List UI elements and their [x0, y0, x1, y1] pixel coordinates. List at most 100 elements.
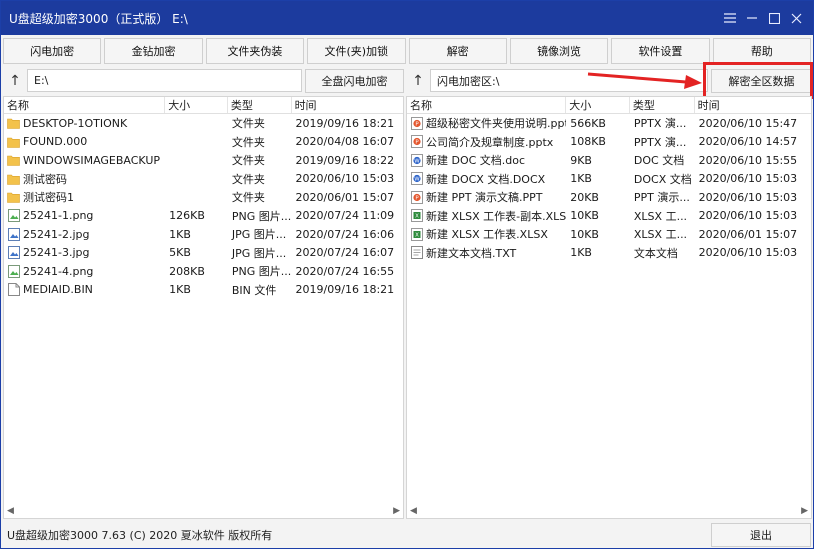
file-lock-button[interactable]: 文件(夹)加锁	[307, 38, 406, 64]
close-icon[interactable]	[785, 7, 807, 29]
file-name-cell: P 新建 PPT 演示文稿.PPT	[407, 189, 566, 205]
file-row[interactable]: MEDIAID.BIN 1KB BIN 文件 2019/09/16 18:21	[4, 281, 403, 300]
file-row[interactable]: X 新建 XLSX 工作表.XLSX 10KB XLSX 工... 2020/06/01…	[407, 225, 811, 244]
file-row[interactable]: FOUND.000 文件夹 2020/04/08 16:07	[4, 133, 403, 152]
file-row[interactable]: 25241-4.png 208KB PNG 图片... 2020/07/24 16:5…	[4, 262, 403, 281]
exit-button[interactable]: 退出	[711, 523, 811, 547]
scroll-right-icon[interactable]: ▶	[393, 506, 400, 516]
file-name-cell: WINDOWSIMAGEBACKUP	[4, 153, 165, 167]
help-button[interactable]: 帮助	[712, 38, 811, 64]
minimize-icon[interactable]	[741, 7, 763, 29]
file-name-cell: W 新建 DOCX 文档.DOCX	[407, 171, 566, 187]
col-time-header[interactable]: 时间	[695, 97, 811, 113]
svg-text:X: X	[415, 214, 419, 220]
file-row[interactable]: P 公司简介及规章制度.pptx 108KB PPTX 演... 2020/06/10 …	[407, 133, 811, 152]
col-type-header[interactable]: 类型	[228, 97, 292, 113]
file-name-cell: 25241-2.jpg	[4, 227, 165, 241]
file-type-cell: DOCX 文档	[633, 172, 692, 186]
file-time-cell: 2020/06/10 15:47	[698, 116, 798, 130]
col-type-header[interactable]: 类型	[630, 97, 695, 113]
scroll-left-icon[interactable]: ◀	[410, 506, 417, 516]
file-size-cell: 126KB	[169, 209, 205, 223]
file-size-cell: 10KB	[570, 209, 599, 223]
lightning-encrypt-button[interactable]: 闪电加密	[3, 38, 102, 64]
right-horizontal-scrollbar[interactable]: ◀ ▶	[407, 504, 811, 518]
file-name: 公司简介及规章制度.pptx	[426, 135, 554, 149]
software-settings-button[interactable]: 软件设置	[611, 38, 710, 64]
file-type-cell: BIN 文件	[231, 283, 277, 297]
file-type-cell: DOC 文档	[633, 154, 685, 168]
scroll-left-icon[interactable]: ◀	[7, 506, 14, 516]
diamond-encrypt-button[interactable]: 金钻加密	[104, 38, 203, 64]
scroll-right-icon[interactable]: ▶	[801, 506, 808, 516]
file-row[interactable]: 25241-3.jpg 5KB JPG 图片... 2020/07/24 16:07	[4, 244, 403, 263]
maximize-icon[interactable]	[763, 7, 785, 29]
file-size-cell: 1KB	[169, 227, 191, 241]
col-name-header[interactable]: 名称	[407, 97, 567, 113]
file-name: FOUND.000	[23, 135, 88, 149]
decrypt-button[interactable]: 解密	[408, 38, 507, 64]
file-size-cell: 208KB	[169, 264, 205, 278]
folder-icon	[7, 135, 20, 149]
left-up-arrow-icon[interactable]: ↑	[3, 69, 27, 93]
file-row[interactable]: W 新建 DOCX 文档.DOCX 1KB DOCX 文档 2020/06/10 15:…	[407, 170, 811, 189]
folder-disguise-button[interactable]: 文件夹伪装	[205, 38, 305, 64]
main-toolbar: 闪电加密 金钻加密 文件夹伪装 文件(夹)加锁 解密 镜像浏览 软件设置 帮助	[3, 38, 811, 65]
folder-icon	[7, 190, 20, 204]
file-name-cell: P 超级秘密文件夹使用说明.pptx	[407, 115, 566, 131]
right-file-list: 名称 大小 类型 时间 P 超级秘密文件夹使用说明.pptx 566KB PPTX 演…	[406, 96, 812, 519]
full-disk-lightning-encrypt-button[interactable]: 全盘闪电加密	[305, 68, 404, 93]
file-row[interactable]: DESKTOP-1OTIONK 文件夹 2019/09/16 18:21	[4, 114, 403, 133]
file-row[interactable]: W 新建 DOC 文档.doc 9KB DOC 文档 2020/06/10 15:55	[407, 151, 811, 170]
doc-icon: W	[410, 172, 423, 186]
file-time-cell: 2020/06/10 15:03	[698, 172, 798, 186]
right-up-arrow-icon[interactable]: ↑	[406, 69, 430, 93]
file-row[interactable]: 测试密码1 文件夹 2020/06/01 15:07	[4, 188, 403, 207]
file-name: DESKTOP-1OTIONK	[23, 116, 128, 130]
file-time-cell: 2020/07/24 16:55	[295, 264, 395, 278]
jpg-icon	[7, 227, 20, 241]
file-row[interactable]: 新建文本文档.TXT 1KB 文本文档 2020/06/10 15:03	[407, 244, 811, 263]
left-horizontal-scrollbar[interactable]: ◀ ▶	[4, 504, 403, 518]
title-bar: U盘超级加密3000（正式版） E:\	[1, 1, 813, 35]
file-type-cell: 文件夹	[231, 172, 265, 186]
file-name-cell: W 新建 DOC 文档.doc	[407, 152, 566, 168]
svg-text:W: W	[414, 177, 420, 183]
file-row[interactable]: 25241-2.jpg 1KB JPG 图片... 2020/07/24 16:06	[4, 225, 403, 244]
pptx-icon: P	[410, 190, 423, 204]
file-row[interactable]: 25241-1.png 126KB PNG 图片... 2020/07/24 11:0…	[4, 207, 403, 226]
file-time-cell: 2020/07/24 11:09	[295, 209, 395, 223]
file-size-cell: 1KB	[570, 246, 592, 260]
file-row[interactable]: P 新建 PPT 演示文稿.PPT 20KB PPT 演示... 2020/06/10 …	[407, 188, 811, 207]
file-size-cell: 10KB	[570, 227, 599, 241]
file-name-cell: X 新建 XLSX 工作表-副本.XLSX	[407, 208, 566, 224]
file-row[interactable]: WINDOWSIMAGEBACKUP 文件夹 2019/09/16 18:22	[4, 151, 403, 170]
image-browse-button[interactable]: 镜像浏览	[509, 38, 609, 64]
right-list-header: 名称 大小 类型 时间	[407, 97, 811, 114]
left-path-field[interactable]: E:\	[27, 69, 302, 92]
col-size-header[interactable]: 大小	[165, 97, 228, 113]
file-name: WINDOWSIMAGEBACKUP	[23, 153, 161, 167]
file-type-cell: 文件夹	[231, 154, 265, 168]
file-name-cell: DESKTOP-1OTIONK	[4, 116, 165, 130]
status-bar: U盘超级加密3000 7.63 (C) 2020 夏冰软件 版权所有 退出	[3, 522, 811, 548]
file-type-cell: PPTX 演...	[633, 117, 687, 131]
col-time-header[interactable]: 时间	[292, 97, 403, 113]
file-row[interactable]: X 新建 XLSX 工作表-副本.XLSX 10KB XLSX 工... 2020/06…	[407, 207, 811, 226]
file-time-cell: 2020/06/10 15:03	[698, 246, 798, 260]
folder-icon	[7, 172, 20, 186]
file-name: 测试密码1	[23, 191, 74, 205]
doc-icon: W	[410, 153, 423, 167]
file-time-cell: 2019/09/16 18:21	[295, 283, 395, 297]
file-name: 25241-4.png	[23, 264, 94, 278]
file-type-cell: 文本文档	[633, 246, 678, 260]
file-row[interactable]: P 超级秘密文件夹使用说明.pptx 566KB PPTX 演... 2020/06/1…	[407, 114, 811, 133]
file-type-cell: XLSX 工...	[633, 228, 688, 242]
file-row[interactable]: 测试密码 文件夹 2020/06/10 15:03	[4, 170, 403, 189]
col-name-header[interactable]: 名称	[4, 97, 166, 113]
file-time-cell: 2020/06/10 15:03	[295, 172, 395, 186]
menu-icon[interactable]	[719, 7, 741, 29]
file-name-cell: 25241-4.png	[4, 264, 165, 278]
col-size-header[interactable]: 大小	[566, 97, 630, 113]
png-icon	[7, 209, 20, 223]
